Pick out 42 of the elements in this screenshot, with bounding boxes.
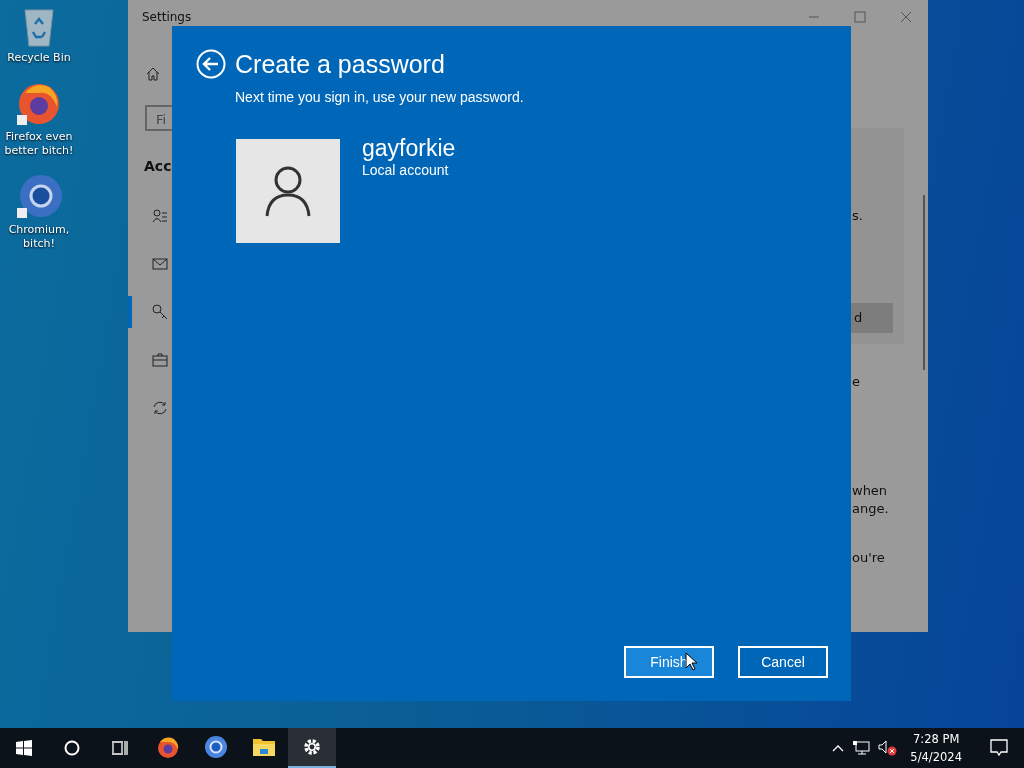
settings-text: ange. (852, 501, 889, 516)
back-icon[interactable] (196, 49, 226, 79)
chevron-up-icon[interactable] (832, 744, 845, 752)
pointer-icon (685, 652, 697, 671)
mail-icon (152, 256, 168, 272)
desktop-icon-label[interactable]: Chromium, bitch! (0, 223, 78, 251)
search-icon (64, 740, 80, 756)
settings-text: ou're (852, 550, 885, 565)
dialog-button[interactable]: Cancel (738, 646, 828, 678)
settings-text: s. (852, 208, 863, 223)
desktop-icon-label[interactable]: Recycle Bin (7, 51, 71, 65)
person-icon (264, 165, 312, 217)
clock-time[interactable]: 7:28 PM (913, 730, 960, 748)
chromium-icon[interactable] (15, 172, 63, 220)
firefox-icon (156, 735, 180, 759)
windows-icon (16, 740, 32, 756)
chromium-icon (204, 735, 228, 759)
account-type: Local account (362, 162, 450, 178)
contact-list-icon (152, 208, 168, 224)
gear-icon (302, 737, 322, 757)
home-icon[interactable] (145, 66, 161, 82)
notifications-icon[interactable] (990, 739, 1008, 757)
taskbar-app[interactable] (288, 728, 336, 768)
close-icon[interactable] (900, 11, 912, 23)
network-icon[interactable] (852, 740, 871, 756)
clock-date[interactable]: 5/4/2024 (910, 748, 962, 766)
speaker-muted-icon[interactable] (878, 740, 899, 756)
settings-text: e (852, 374, 860, 389)
user-name: gayforkie (362, 135, 456, 162)
window-title: Settings (142, 10, 192, 24)
nav-item[interactable] (128, 296, 168, 328)
task-view-icon (111, 740, 129, 756)
scrollbar[interactable] (923, 195, 925, 370)
folder-icon (252, 736, 276, 758)
sync-icon (152, 400, 168, 416)
dialog-subtitle: Next time you sign in, use your new password. (235, 89, 525, 105)
desktop-icon-label[interactable]: Firefox even better bitch! (0, 130, 78, 158)
settings-text: when (852, 483, 888, 498)
section-heading: Acc (144, 158, 172, 174)
key-icon (152, 304, 168, 320)
dialog-title: Create a password (235, 49, 445, 79)
briefcase-icon (152, 352, 168, 368)
